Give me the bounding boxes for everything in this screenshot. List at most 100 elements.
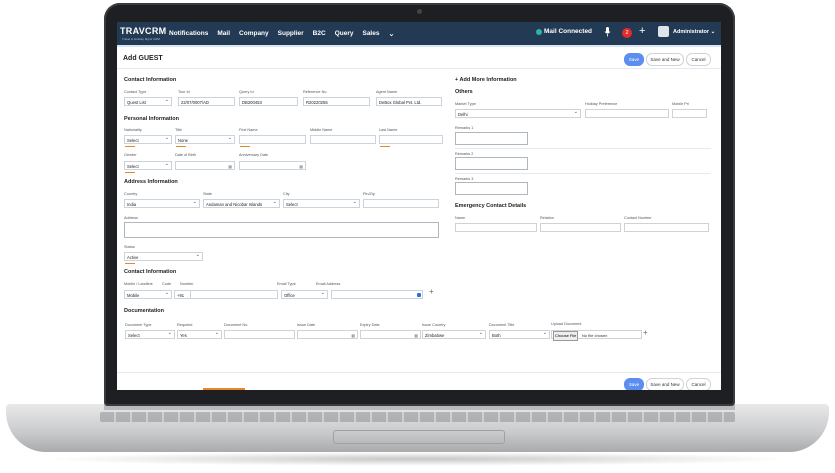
microphone-icon[interactable] [604, 27, 611, 37]
email-address-field[interactable] [331, 290, 423, 299]
last-name-field[interactable] [379, 135, 443, 144]
pin-zip-field[interactable] [363, 199, 439, 208]
remarks-3-textarea[interactable] [455, 182, 528, 195]
primary-email-checkbox[interactable] [417, 293, 421, 297]
nav-query[interactable]: Query [335, 30, 354, 37]
nav-company[interactable]: Company [239, 30, 269, 37]
reference-no-field[interactable]: R20220255 [303, 97, 370, 106]
nav-b2c[interactable]: B2C [313, 30, 326, 37]
contact-type-select[interactable]: Quest List [124, 97, 172, 106]
footer-save-button[interactable]: Save [624, 378, 644, 390]
middle-name-field[interactable] [310, 135, 376, 144]
reference-no-label: Reference No [303, 90, 327, 94]
emergency-contact-heading: Emergency Contact Details [455, 203, 527, 209]
document-no-field[interactable] [224, 330, 295, 339]
mail-status: Mail Connected [536, 28, 592, 35]
status-label: Status [124, 245, 135, 249]
middle-name-label: Middle Name [310, 128, 333, 132]
mobile-pri-label: Mobile Pri [672, 102, 689, 106]
query-id-field[interactable]: DB200453 [239, 97, 298, 106]
title-select[interactable]: None [175, 135, 235, 144]
nav-more-chevron-icon[interactable]: ⌄ [388, 30, 394, 38]
cancel-button[interactable]: Cancel [686, 53, 711, 66]
remarks-1-label: Remarks 1 [455, 126, 474, 130]
emergency-contact-field[interactable] [624, 223, 709, 232]
document-type-select[interactable]: Select [125, 330, 175, 339]
document-type-label: Document Type [125, 323, 152, 327]
anniversary-date-field[interactable] [239, 161, 306, 170]
country-code-field[interactable]: +91 [174, 290, 190, 299]
top-navbar: TRAVCRM Travel & Holiday Mgmt CRM Notifi… [117, 22, 721, 45]
issue-date-label: Issue Date [297, 323, 316, 327]
emergency-relation-field[interactable] [540, 223, 621, 232]
upload-document-label: Upload Document [551, 322, 582, 326]
nav-sales[interactable]: Sales [362, 30, 379, 37]
state-select[interactable]: Andaman and Nicobar Islands [203, 199, 280, 208]
laptop-trackpad [333, 430, 505, 444]
agent-name-field[interactable]: DeBox Global Pvt. Ltd. [376, 97, 442, 106]
remarks-2-textarea[interactable] [455, 157, 528, 170]
add-more-info-link[interactable]: + Add More Information [455, 77, 517, 83]
address-info-heading: Address Information [124, 179, 178, 185]
footer-cancel-button[interactable]: Cancel [686, 378, 711, 390]
issue-date-field[interactable] [297, 330, 358, 339]
first-name-field[interactable] [239, 135, 306, 144]
user-menu[interactable]: Administrator ⌄ [673, 29, 715, 35]
expiry-date-label: Expiry Date [360, 323, 380, 327]
app-logo[interactable]: TRAVCRM [120, 26, 166, 36]
dob-date-field[interactable] [175, 161, 235, 170]
remarks-1-textarea[interactable] [455, 132, 528, 145]
issue-country-select[interactable]: Zimbabwe [422, 330, 486, 339]
mobile-landline-label: Mobile / Landline [124, 282, 153, 286]
add-contact-plus-icon[interactable]: + [429, 287, 434, 296]
emergency-contact-label: Contact Number [624, 216, 652, 220]
phone-number-field[interactable] [190, 290, 278, 299]
save-button[interactable]: Save [624, 53, 644, 66]
anniversary-label: Anniversary Date [239, 153, 269, 157]
notification-badge[interactable]: 2 [622, 28, 632, 38]
country-select[interactable]: India [124, 199, 200, 208]
laptop-shadow [40, 452, 795, 466]
app-logo-tagline: Travel & Holiday Mgmt CRM [122, 37, 160, 41]
mobile-pri-field[interactable] [672, 109, 707, 118]
footer-save-and-new-button[interactable]: Save and New [646, 378, 684, 390]
status-select[interactable]: Active [124, 252, 203, 261]
add-icon[interactable]: + [639, 25, 645, 37]
document-title-label: Document Title [489, 323, 515, 327]
tour-id-field[interactable]: 22/07/0007/AD [178, 97, 235, 106]
required-label: Required [177, 323, 193, 327]
main-nav: Notifications Mail Company Supplier B2C … [169, 22, 394, 45]
scroll-indicator [203, 388, 245, 390]
header-divider [117, 68, 721, 69]
holiday-preference-field[interactable] [585, 109, 669, 118]
required-marker [380, 146, 390, 147]
choose-file-button[interactable]: Choose File [553, 331, 579, 341]
email-type-select[interactable]: Office [281, 290, 328, 299]
avatar[interactable] [658, 26, 669, 37]
nav-mail[interactable]: Mail [217, 30, 230, 37]
save-and-new-button[interactable]: Save and New [646, 53, 684, 66]
city-select[interactable]: Select [283, 199, 360, 208]
webcam [417, 9, 422, 14]
expiry-date-field[interactable] [360, 330, 421, 339]
remarks-3-label: Remarks 3 [455, 177, 474, 181]
mobile-landline-select[interactable]: Mobile [124, 290, 172, 299]
no-file-text: No file chosen [582, 333, 608, 338]
emergency-relation-label: Relation [540, 216, 554, 220]
address-textarea[interactable] [124, 222, 439, 238]
document-title-select[interactable]: Both [489, 330, 550, 339]
last-name-label: Last Name [379, 128, 398, 132]
gender-select[interactable]: Select [124, 161, 172, 170]
market-type-label: Market Type [455, 102, 476, 106]
nav-supplier[interactable]: Supplier [278, 30, 304, 37]
number-label: Number [180, 282, 194, 286]
nav-notifications[interactable]: Notifications [169, 30, 208, 37]
query-id-label: Query Id [239, 90, 254, 94]
add-document-plus-icon[interactable]: + [643, 328, 648, 337]
document-no-label: Document No. [224, 323, 249, 327]
market-type-select[interactable]: Delhi [455, 109, 581, 118]
required-select[interactable]: Yes [177, 330, 222, 339]
emergency-name-field[interactable] [455, 223, 537, 232]
email-type-label: Email Type [277, 282, 296, 286]
nationality-select[interactable]: Select [124, 135, 172, 144]
